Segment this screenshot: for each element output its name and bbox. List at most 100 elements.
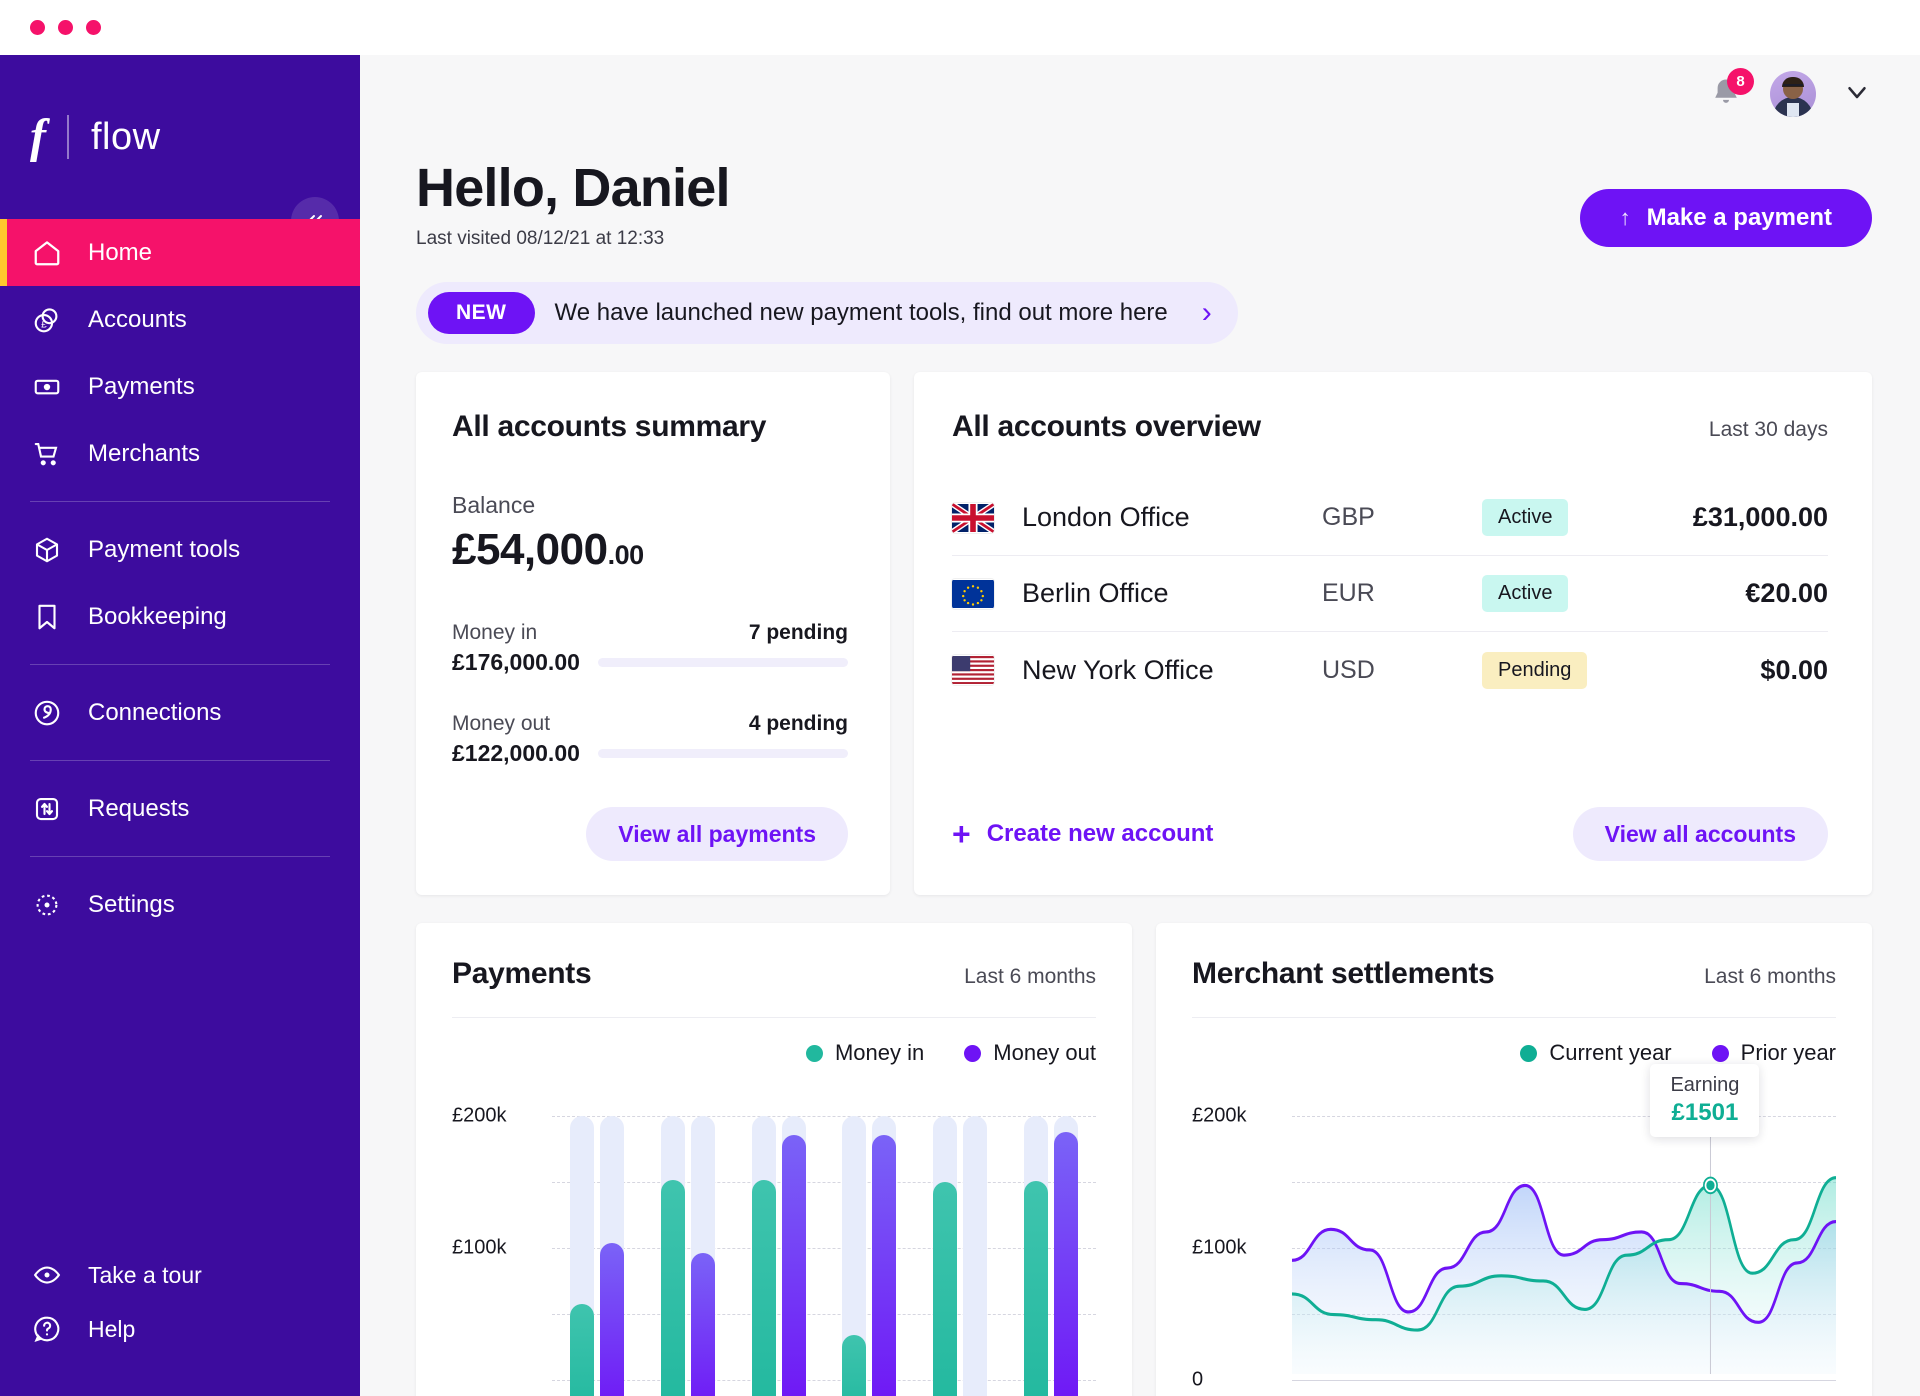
money-out-progress [597, 749, 848, 758]
bar-slot-out [600, 1090, 625, 1396]
bar-slot-out [1053, 1090, 1078, 1396]
bar-group[interactable] [733, 1090, 824, 1396]
main-content: 8 Hello, Daniel Last visited 08/12/21 at… [360, 55, 1920, 1396]
bar-group[interactable] [915, 1090, 1006, 1396]
make-payment-button[interactable]: ↑ Make a payment [1579, 189, 1872, 247]
settlements-area-chart: £200k £100k 0 Earning £1501 [1192, 1064, 1836, 1396]
notification-badge: 8 [1727, 68, 1754, 95]
view-all-accounts-button[interactable]: View all accounts [1572, 807, 1828, 861]
sidebar-item-label: Bookkeeping [88, 602, 227, 630]
table-row[interactable]: London Office GBP Active £31,000.00 [952, 480, 1828, 556]
legend-swatch-money-in [805, 1044, 823, 1062]
bar-slot-out [691, 1090, 715, 1396]
sidebar-item-label: Settings [88, 890, 175, 918]
legend-label: Money out [993, 1040, 1096, 1065]
all-accounts-overview-card: All accounts overview Last 30 days Londo… [914, 372, 1872, 895]
account-currency: USD [1322, 655, 1375, 684]
y-axis-tick-200k: £200k [1192, 1104, 1247, 1127]
money-in-pending: 7 pending [748, 621, 848, 644]
bar-slot-out [963, 1090, 988, 1396]
all-accounts-summary-card: All accounts summary Balance £54,000.00 … [416, 372, 890, 895]
home-icon [30, 236, 64, 270]
payments-chart-card: Payments Last 6 months Money in Money ou… [416, 923, 1132, 1396]
money-in-progress [597, 658, 848, 667]
money-flow-block: Money in 7 pending £176,000.00 Money out [452, 621, 848, 767]
window-dot-maximize[interactable] [86, 20, 101, 35]
tooltip-label: Earning [1670, 1074, 1740, 1096]
bar-slot-in [933, 1090, 958, 1396]
data-point-marker[interactable] [1706, 1180, 1715, 1191]
account-amount: €20.00 [1745, 578, 1828, 608]
sidebar-item-take-a-tour[interactable]: Take a tour [0, 1248, 360, 1302]
sidebar-item-help[interactable]: Help [0, 1302, 360, 1356]
sidebar-item-merchants[interactable]: Merchants [0, 420, 360, 487]
divider [1192, 1017, 1836, 1018]
balance-amount: £54,000.00 [452, 525, 848, 575]
table-row[interactable]: Berlin Office EUR Active €20.00 [952, 556, 1828, 632]
account-amount: £31,000.00 [1692, 502, 1828, 532]
y-axis-tick-200k: £200k [452, 1104, 507, 1127]
sidebar-item-accounts[interactable]: £ Accounts [0, 286, 360, 353]
window-dot-close[interactable] [30, 20, 45, 35]
promo-new-badge: NEW [428, 292, 535, 334]
coins-icon: £ [30, 303, 64, 337]
bar-out [872, 1134, 897, 1396]
card-range-label: Last 6 months [1704, 965, 1836, 988]
sidebar-item-home[interactable]: Home [0, 219, 360, 286]
legend-item: Prior year [1711, 1040, 1836, 1066]
bar-group[interactable] [1005, 1090, 1096, 1396]
bar-slot-in [842, 1090, 867, 1396]
money-out-pending: 4 pending [748, 712, 848, 735]
chart-tooltip: Earning £1501 [1650, 1064, 1760, 1137]
connections-icon [30, 696, 64, 730]
payments-bar-chart: £200k £100k [452, 1080, 1096, 1396]
brand[interactable]: f flow [0, 55, 360, 175]
notifications-button[interactable]: 8 [1708, 68, 1754, 114]
sidebar-nav: Home £ Accounts Payments Merchants Payme… [0, 219, 360, 938]
account-name: Berlin Office [1022, 578, 1169, 608]
sidebar-item-payment-tools[interactable]: Payment tools [0, 516, 360, 583]
window-dot-minimize[interactable] [58, 20, 73, 35]
y-axis-tick-100k: £100k [452, 1236, 507, 1259]
sidebar-item-requests[interactable]: Requests [0, 775, 360, 842]
page-title: Hello, Daniel [416, 158, 730, 218]
bar-slot-out [781, 1090, 806, 1396]
bar-slot-in [1023, 1090, 1048, 1396]
flag-us-icon [952, 655, 994, 685]
bar-out [691, 1253, 715, 1396]
plot-area [552, 1080, 1096, 1396]
bar-groups [552, 1090, 1096, 1396]
status-badge: Active [1482, 575, 1569, 612]
sidebar-item-bookkeeping[interactable]: Bookkeeping [0, 583, 360, 650]
tooltip-value: £1501 [1671, 1099, 1739, 1126]
greeting-row: Hello, Daniel Last visited 08/12/21 at 1… [360, 133, 1920, 250]
chevron-down-icon[interactable] [1842, 77, 1872, 112]
bar-group[interactable] [824, 1090, 915, 1396]
sidebar-item-label: Requests [88, 794, 190, 822]
sidebar-item-label: Payments [88, 372, 195, 400]
bar-group[interactable] [552, 1090, 643, 1396]
promo-banner[interactable]: NEW We have launched new payment tools, … [416, 282, 1238, 344]
account-name: New York Office [1022, 654, 1214, 685]
promo-text: We have launched new payment tools, find… [554, 299, 1168, 326]
chevron-right-icon[interactable]: › [1202, 296, 1212, 330]
balance-amount-main: £54,000 [452, 525, 608, 574]
bar-group[interactable] [643, 1090, 734, 1396]
sidebar-item-connections[interactable]: Connections [0, 679, 360, 746]
card-title: All accounts overview [952, 410, 1261, 443]
merchant-settlements-chart-card: Merchant settlements Last 6 months Curre… [1156, 923, 1872, 1396]
flow-logo-icon: f [30, 110, 46, 163]
bar-slot-in [751, 1090, 776, 1396]
accounts-list: London Office GBP Active £31,000.00 Berl… [952, 480, 1828, 708]
account-name: London Office [1022, 502, 1190, 532]
dashboard-row-charts: Payments Last 6 months Money in Money ou… [416, 923, 1872, 1396]
sidebar-item-payments[interactable]: Payments [0, 353, 360, 420]
gear-icon [30, 888, 64, 922]
sidebar-divider [30, 856, 330, 857]
table-row[interactable]: New York Office USD Pending $0.00 [952, 632, 1828, 708]
sidebar-item-settings[interactable]: Settings [0, 871, 360, 938]
y-axis-tick-100k: £100k [1192, 1236, 1247, 1259]
view-all-payments-button[interactable]: View all payments [586, 807, 848, 861]
create-new-account-button[interactable]: + Create new account [952, 818, 1213, 850]
avatar[interactable] [1770, 71, 1816, 117]
